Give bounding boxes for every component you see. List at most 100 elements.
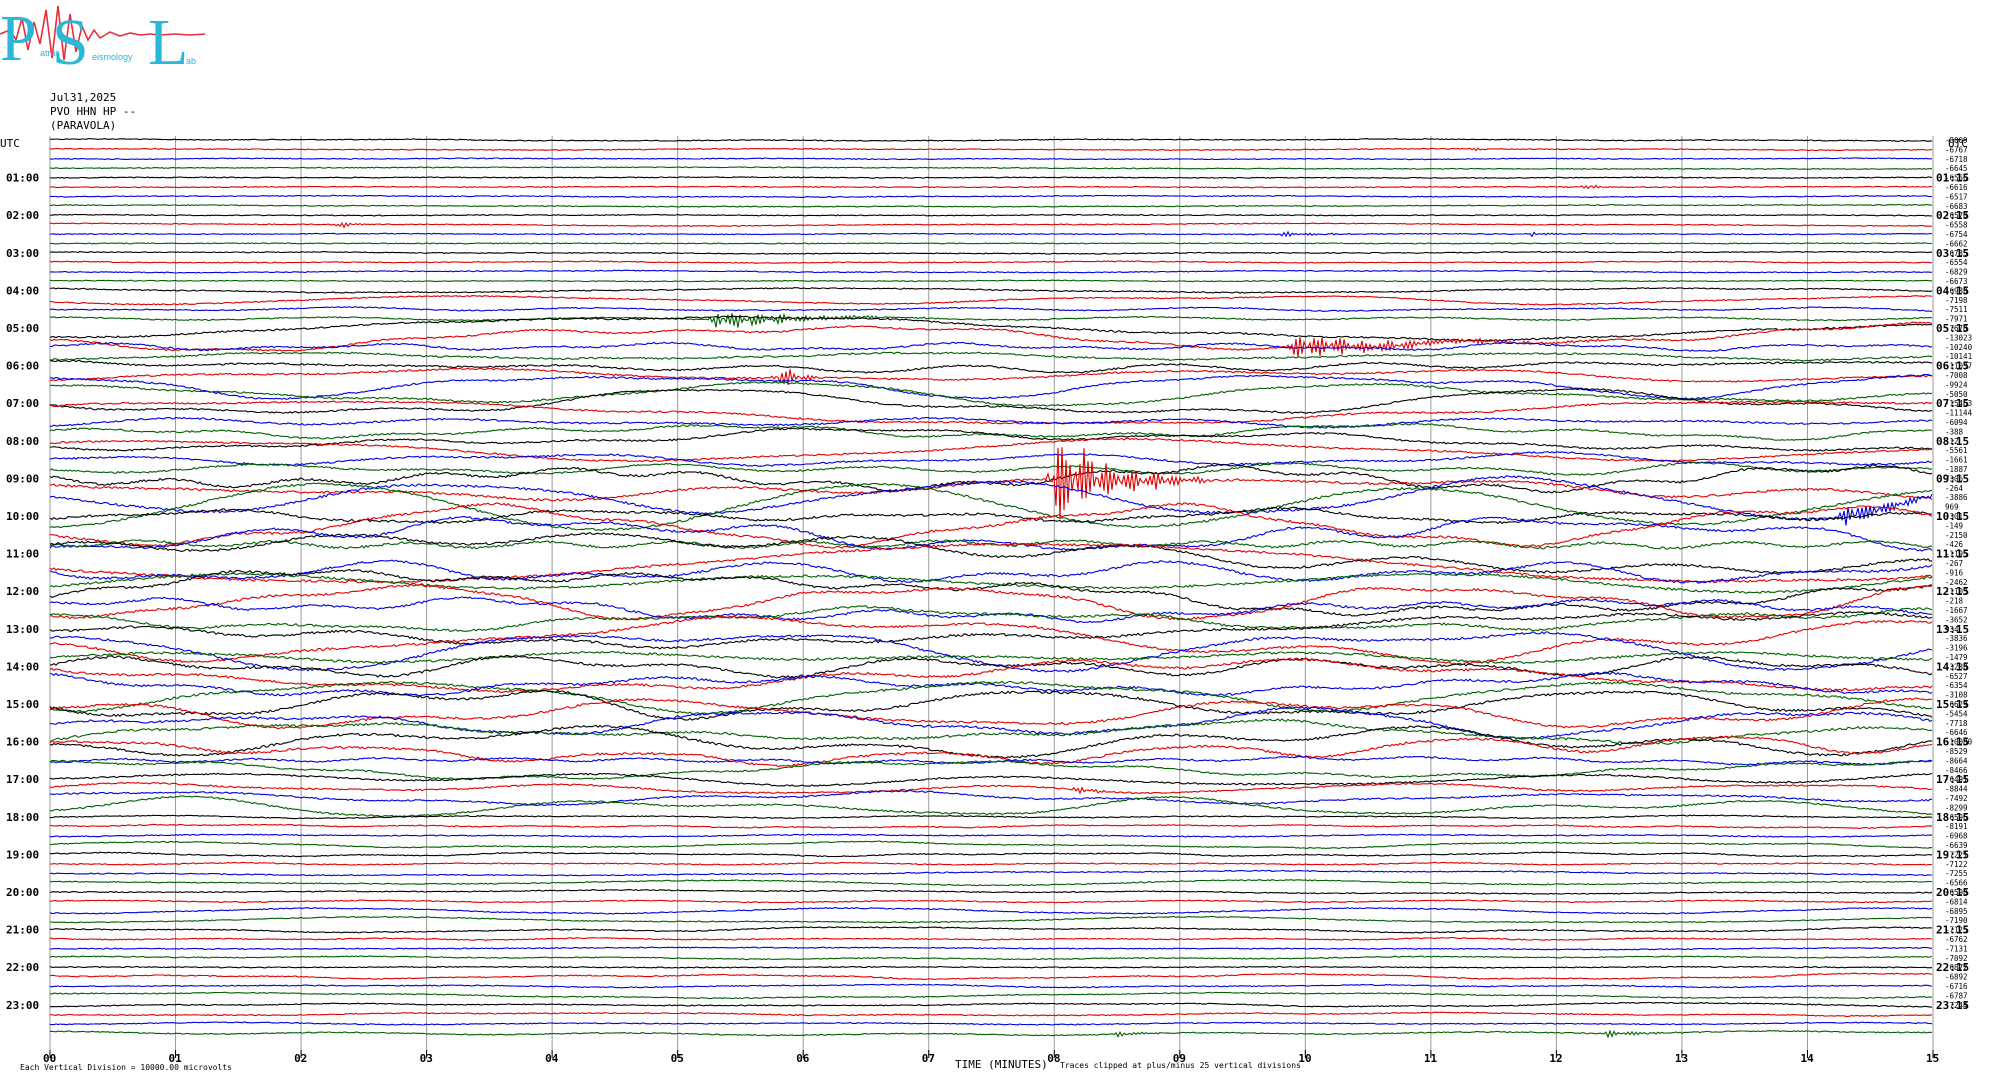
trace-offset-label: -3196 bbox=[1945, 644, 1968, 653]
trace-line-31 bbox=[49, 422, 1933, 441]
right-hour-label: 21:15 bbox=[1936, 924, 1969, 937]
trace-line-48 bbox=[49, 569, 1932, 617]
trace-line-45 bbox=[49, 542, 1933, 584]
trace-line-18 bbox=[49, 306, 1933, 312]
x-tick-label: 02 bbox=[294, 1052, 307, 1065]
right-hour-label: 17:15 bbox=[1936, 773, 1969, 786]
trace-line-10 bbox=[49, 230, 1933, 238]
trace-line-81 bbox=[49, 899, 1933, 904]
trace-line-87 bbox=[49, 955, 1933, 961]
trace-line-32 bbox=[49, 427, 1933, 452]
left-hour-label: 08:00 bbox=[6, 435, 39, 448]
trace-offset-label: -2150 bbox=[1945, 531, 1968, 540]
trace-offset-label: -6517 bbox=[1945, 192, 1968, 201]
trace-line-72 bbox=[50, 814, 1933, 820]
right-hour-label: 16:15 bbox=[1936, 736, 1969, 749]
trace-line-1 bbox=[49, 147, 1933, 152]
trace-line-54 bbox=[49, 631, 1933, 673]
right-hour-label: 03:15 bbox=[1936, 247, 1969, 260]
left-hour-label: 03:00 bbox=[6, 247, 39, 260]
left-hour-label: 19:00 bbox=[6, 848, 39, 861]
left-hour-label: 15:00 bbox=[6, 698, 39, 711]
trace-line-55 bbox=[49, 650, 1933, 665]
trace-line-14 bbox=[49, 269, 1933, 274]
trace-line-91 bbox=[49, 991, 1933, 1000]
trace-line-52 bbox=[49, 610, 1933, 650]
footer-division-note: Each Vertical Division = 10000.00 microv… bbox=[20, 1063, 232, 1072]
minute-grid bbox=[49, 136, 1934, 1058]
trace-line-5 bbox=[49, 184, 1933, 190]
trace-offset-label: -6968 bbox=[1945, 832, 1968, 841]
trace-line-73 bbox=[49, 823, 1933, 829]
x-tick-label: 11 bbox=[1424, 1052, 1438, 1065]
trace-line-9 bbox=[49, 221, 1933, 229]
left-hour-label: 11:00 bbox=[6, 548, 39, 561]
left-hour-label: 20:00 bbox=[6, 886, 39, 899]
trace-line-83 bbox=[49, 915, 1933, 924]
left-hour-label: 18:00 bbox=[6, 811, 39, 824]
trace-line-2 bbox=[49, 157, 1932, 161]
trace-line-86 bbox=[49, 946, 1932, 951]
x-tick-label: 03 bbox=[420, 1052, 433, 1065]
trace-line-21 bbox=[49, 321, 1933, 358]
trace-line-17 bbox=[50, 295, 1933, 306]
x-tick-label: 12 bbox=[1549, 1052, 1562, 1065]
left-hour-label: 02:00 bbox=[6, 209, 39, 222]
trace-line-85 bbox=[49, 936, 1933, 941]
trace-line-64 bbox=[49, 724, 1933, 759]
trace-line-6 bbox=[50, 194, 1932, 198]
right-hour-label: 18:15 bbox=[1936, 811, 1969, 824]
trace-line-92 bbox=[49, 1001, 1932, 1008]
trace-line-78 bbox=[49, 869, 1932, 877]
x-tick-label: 08 bbox=[1047, 1052, 1060, 1065]
x-tick-label: 14 bbox=[1800, 1052, 1814, 1065]
right-hour-label: 13:15 bbox=[1936, 623, 1969, 636]
trace-offset-label: -6716 bbox=[1945, 982, 1968, 991]
trace-line-27 bbox=[50, 381, 1933, 407]
trace-line-16 bbox=[49, 287, 1933, 294]
left-hour-label: 04:00 bbox=[6, 284, 39, 297]
right-hour-label: 08:15 bbox=[1936, 435, 1969, 448]
trace-offset-label: -7511 bbox=[1945, 305, 1968, 314]
trace-line-95 bbox=[49, 1029, 1933, 1039]
trace-line-34 bbox=[49, 451, 1933, 467]
trace-offset-label: -6754 bbox=[1945, 230, 1968, 239]
trace-line-4 bbox=[49, 176, 1933, 179]
trace-offset-label: -6354 bbox=[1945, 681, 1968, 690]
left-hour-label: 17:00 bbox=[6, 773, 39, 786]
trace-offset-label: -10240 bbox=[1945, 343, 1973, 352]
right-hour-label: 23:15 bbox=[1936, 999, 1969, 1012]
trace-line-15 bbox=[49, 279, 1932, 283]
right-hour-label: 14:15 bbox=[1936, 660, 1969, 673]
right-hour-label: 22:15 bbox=[1936, 961, 1969, 974]
right-hour-label: 20:15 bbox=[1936, 886, 1969, 899]
trace-offset-label: -3886 bbox=[1945, 493, 1968, 502]
trace-offset-label: -7255 bbox=[1945, 869, 1968, 878]
left-hour-label: 21:00 bbox=[6, 924, 39, 937]
right-hour-label: 10:15 bbox=[1936, 510, 1969, 523]
right-axis-title: UTC bbox=[1948, 137, 1968, 150]
trace-line-35 bbox=[49, 461, 1933, 476]
trace-offset-label: -6895 bbox=[1945, 907, 1968, 916]
trace-line-44 bbox=[49, 531, 1933, 575]
left-hour-label: 01:00 bbox=[6, 172, 39, 185]
right-hour-label: 01:15 bbox=[1936, 172, 1969, 185]
trace-offset-label: -1661 bbox=[1945, 456, 1968, 465]
trace-line-70 bbox=[50, 789, 1933, 807]
left-hour-label: 12:00 bbox=[6, 585, 39, 598]
trace-offset-label: -7718 bbox=[1945, 719, 1968, 728]
seismic-traces bbox=[49, 138, 1933, 1039]
trace-line-7 bbox=[49, 203, 1932, 208]
right-hour-label: 05:15 bbox=[1936, 322, 1969, 335]
right-hour-label: 19:15 bbox=[1936, 848, 1969, 861]
footer-clip-note: Traces clipped at plus/minus 25 vertical… bbox=[1060, 1061, 1301, 1070]
trace-line-56 bbox=[49, 655, 1933, 679]
x-tick-label: 05 bbox=[671, 1052, 684, 1065]
trace-line-80 bbox=[49, 889, 1933, 895]
trace-line-82 bbox=[49, 907, 1933, 915]
right-hour-label: 11:15 bbox=[1936, 548, 1969, 561]
trace-offset-label: -7131 bbox=[1945, 944, 1968, 953]
right-hour-label: 12:15 bbox=[1936, 585, 1969, 598]
helicorder-plot: 00 01 02 03 04 05 06 07 08 09 10 11 12 13 14 15-8009-67… bbox=[0, 136, 1973, 1072]
trace-line-79 bbox=[49, 879, 1933, 887]
